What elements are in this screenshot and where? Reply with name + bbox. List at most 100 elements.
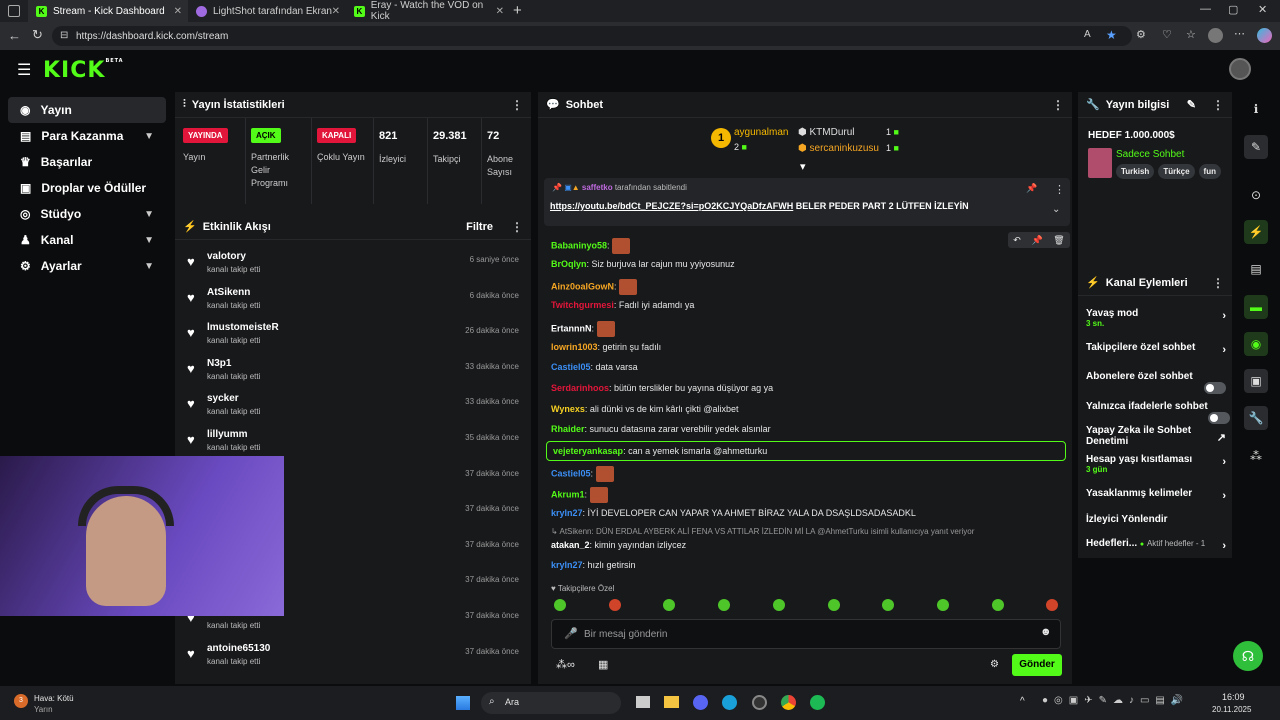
app-icon[interactable] (752, 695, 767, 710)
spotify-icon[interactable] (810, 695, 825, 710)
follower-name[interactable]: valotory (207, 251, 246, 262)
windows-start-icon[interactable] (456, 696, 470, 710)
tools-icon[interactable]: 🔧 (1244, 406, 1268, 430)
emote-quick-icon[interactable] (663, 599, 676, 611)
action-emote-only[interactable]: Yalnızca ifadelerle sohbet (1086, 401, 1230, 424)
filter-button[interactable]: Filtre (466, 221, 493, 233)
action-followers-only[interactable]: Takipçilere özel sohbet › (1086, 342, 1226, 356)
emote-only-toggle[interactable] (1208, 412, 1230, 424)
follower-name[interactable]: antoine65130 (207, 643, 270, 654)
action-banned-words[interactable]: Yasaklanmış kelimeler › (1086, 488, 1226, 502)
back-icon[interactable]: ← (8, 28, 21, 43)
subscribers-only-toggle[interactable] (1204, 382, 1226, 394)
edit-icon[interactable]: ✎ (1244, 135, 1268, 159)
emote-quick-icon[interactable] (882, 599, 895, 611)
chat-username[interactable]: ErtannnN (551, 323, 592, 333)
emote-quick-icon[interactable] (827, 599, 840, 611)
emote-quick-icon[interactable] (936, 599, 949, 611)
discord-icon[interactable] (693, 695, 708, 710)
chat-message[interactable]: Castiel05: (551, 466, 614, 482)
microphone-icon[interactable]: 🎤 (564, 627, 578, 640)
tab-lightshot[interactable]: LightShot tarafından Ekran Görün ✕ (188, 0, 346, 22)
follower-name[interactable]: lmustomeisteR (207, 322, 279, 333)
task-view-icon[interactable] (636, 696, 650, 708)
browser-essentials-icon[interactable]: ♡ (1162, 28, 1172, 41)
delete-icon[interactable]: 🗑 (1053, 235, 1064, 246)
more-options-icon[interactable]: ⋮ (1212, 276, 1224, 290)
broadcast-icon[interactable]: ◉ (1244, 332, 1268, 356)
chat-message[interactable]: Wynexs: ali dünki vs de kim kârlı çikti … (551, 404, 739, 414)
more-options-icon[interactable]: ⋮ (511, 220, 523, 234)
chat-username[interactable]: Babaninyo58 (551, 240, 607, 250)
chat-message[interactable]: vejeteryankasap: can a yemek ismarla @ah… (546, 441, 1066, 461)
sidebar-item-droplar[interactable]: ▣ Droplar ve Ödüller (8, 175, 166, 201)
close-window-icon[interactable]: ✕ (1258, 3, 1267, 16)
chat-username[interactable]: Wynexs (551, 404, 585, 414)
chat-username[interactable]: BrOqlyn (551, 259, 587, 269)
lightning-icon[interactable]: ⚡ (1244, 220, 1268, 244)
close-tab-icon[interactable]: ✕ (174, 6, 182, 17)
pinned-message[interactable]: 📌 ▣▲ saffetko tarafından sabitlendi http… (544, 178, 1070, 226)
chat-message[interactable]: atakan_2: kimin yayından izliycez (551, 540, 686, 550)
camera-icon[interactable]: ⊙ (1244, 183, 1268, 207)
chat-username[interactable]: vejeteryankasap (553, 446, 623, 456)
top-gifter-name[interactable]: aygunalman (734, 127, 788, 138)
chat-message[interactable]: Twitchgurmesi: Fadıl iyi adamdı ya (551, 300, 694, 310)
chat-username[interactable]: Castiel05 (551, 468, 591, 478)
close-tab-icon[interactable]: ✕ (332, 6, 340, 17)
chat-message[interactable]: kryln27: İYİ DEVELOPER CAN YAPAR YA AHME… (551, 508, 916, 518)
kick-logo[interactable]: KICKBETA (43, 58, 124, 83)
document-icon[interactable]: ▤ (1244, 257, 1268, 281)
chat-message[interactable]: Babaninyo58: (551, 238, 631, 254)
profile-avatar[interactable] (1208, 28, 1223, 43)
chat-message[interactable]: ↳ AtSikenn: DÜN ERDAL AYBERK ALİ FENA VS… (551, 527, 974, 536)
more-options-icon[interactable]: ⋮ (1052, 98, 1064, 112)
refresh-icon[interactable]: ↻ (32, 27, 43, 43)
edit-pencil-icon[interactable]: ✎ (1187, 98, 1196, 111)
tray-icons[interactable]: ●◎▣✈✎☁♪▭▤🔊 (1042, 695, 1189, 706)
apps-icon[interactable]: ⁂ (1244, 444, 1268, 468)
store-icon[interactable]: ▦ (598, 658, 608, 671)
third-gifter[interactable]: ⬢ sercaninkuzusu (798, 143, 879, 154)
weather-icon[interactable]: 3 (14, 694, 28, 708)
chat-message[interactable]: BrOqlyn: Siz burjuva lar cajun mu yyiyos… (551, 259, 735, 269)
sidebar-item-studyo[interactable]: ◎ Stüdyo ▼ (8, 201, 166, 227)
sidebar-item-kanal[interactable]: ♟ Kanal ▼ (8, 227, 166, 253)
chat-username[interactable]: kryln27 (551, 508, 583, 518)
chat-message[interactable]: Ainz0oalGowN: (551, 279, 638, 295)
help-button[interactable]: ☊ (1233, 641, 1263, 671)
tab-kick-dashboard[interactable]: K Stream - Kick Dashboard ✕ (28, 0, 188, 22)
chat-username[interactable]: Akrum1 (551, 489, 585, 499)
action-subscribers-only[interactable]: Abonelere özel sohbet (1086, 371, 1226, 394)
file-explorer-icon[interactable] (664, 696, 679, 708)
tag[interactable]: Turkish (1116, 164, 1155, 179)
sidebar-item-ayarlar[interactable]: ⚙ Ayarlar ▼ (8, 253, 166, 279)
chat-message[interactable]: Castiel05: data varsa (551, 362, 638, 372)
tag[interactable]: Türkçe (1158, 164, 1195, 179)
favorite-star-icon[interactable]: ★ (1106, 28, 1117, 42)
collections-icon[interactable]: ☆ (1186, 28, 1196, 41)
action-ai-moderation[interactable]: Yapay Zeka ile Sohbet Denetimi ↗ (1086, 425, 1226, 447)
tab-eray-vod[interactable]: K Eray - Watch the VOD on Kick ✕ (346, 0, 510, 22)
chevron-down-icon[interactable]: ⌄ (1052, 204, 1060, 215)
action-slow-mode[interactable]: Yavaş mod 3 sn. › (1086, 308, 1226, 328)
chat-username[interactable]: kryln27 (551, 560, 583, 570)
maximize-icon[interactable]: ▢ (1228, 3, 1238, 16)
emote-quick-icon[interactable] (772, 599, 785, 611)
window-menu-icon[interactable] (8, 5, 20, 17)
chat-username[interactable]: Ainz0oalGowN (551, 281, 614, 291)
chat-message[interactable]: Akrum1: (551, 487, 608, 503)
chat-settings-icon[interactable]: ⚙ (990, 659, 999, 670)
expand-leaderboard-icon[interactable]: ▾ (800, 160, 806, 173)
action-goals[interactable]: Hedefleri... ● Aktif hedefler - 1 › (1086, 538, 1226, 552)
chat-username[interactable]: Twitchgurmesi (551, 300, 614, 310)
chat-username[interactable]: lowrin1003 (551, 342, 598, 352)
follower-name[interactable]: AtSikenn (207, 287, 250, 298)
hamburger-menu-icon[interactable]: ☰ (17, 60, 31, 80)
chat-username[interactable]: Castiel05 (551, 362, 591, 372)
chat-username[interactable]: Rhaider (551, 424, 585, 434)
pin-icon[interactable]: 📌 (1026, 183, 1037, 194)
tag[interactable]: fun (1198, 164, 1221, 179)
action-host-viewers[interactable]: İzleyici Yönlendir (1086, 514, 1226, 525)
user-avatar[interactable] (1229, 58, 1251, 80)
